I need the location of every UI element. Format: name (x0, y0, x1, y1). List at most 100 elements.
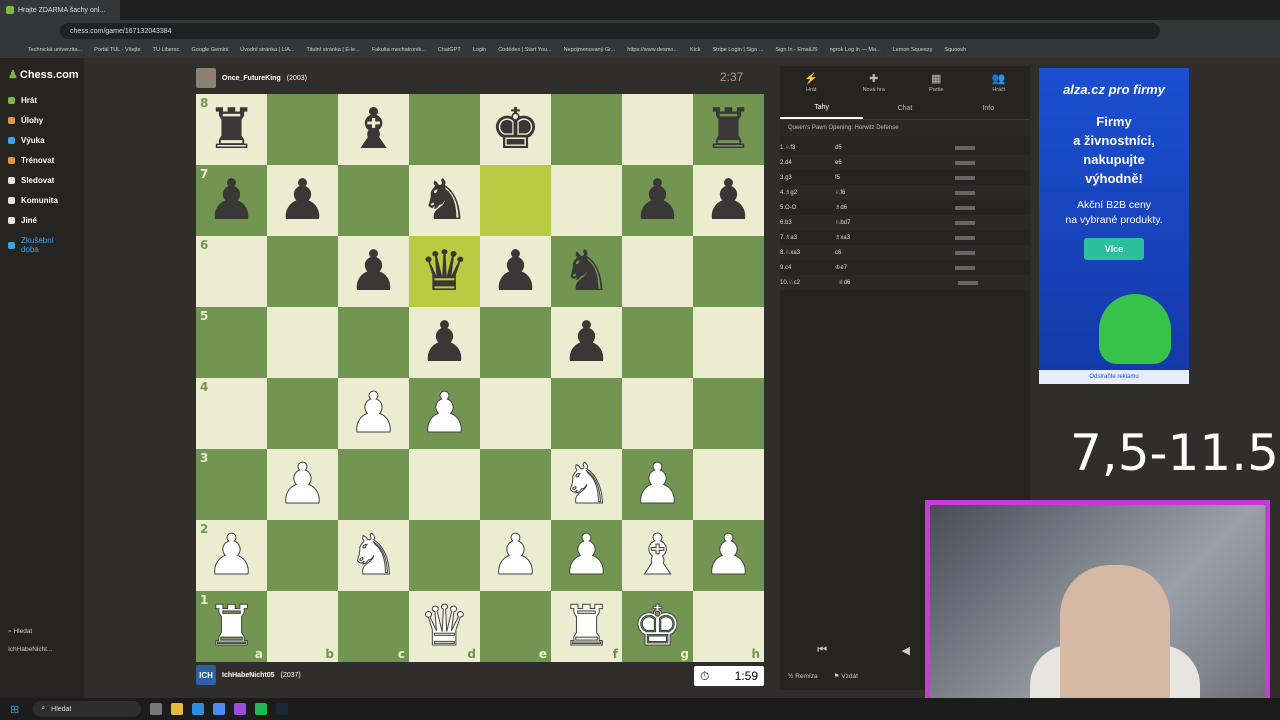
bookmark-item[interactable]: Sign In - EmailJS (775, 47, 817, 53)
bookmark-item[interactable]: ChatGPT (438, 47, 461, 53)
bookmark-item[interactable]: Login (473, 47, 486, 53)
bookmark-item[interactable]: Codédex | Start You... (498, 47, 551, 53)
taskbar-search[interactable]: ⌕ Hledat (33, 701, 142, 717)
task-view-icon[interactable] (150, 703, 163, 715)
white-pawn-icon[interactable]: ♟ (348, 385, 399, 442)
black-rook-icon[interactable]: ♜ (703, 101, 753, 158)
remove-ad-link[interactable]: Odstraňte reklamu (1039, 370, 1189, 384)
panel-nav-3[interactable]: 👥 Hráči (968, 66, 1031, 98)
panel-nav-0[interactable]: ⚡ Hrát (780, 66, 843, 98)
avatar[interactable]: ICH (196, 665, 216, 685)
black-pawn-icon[interactable]: ♟ (561, 314, 611, 371)
browser-tab[interactable]: Hrajte ZDARMA šachy onl... (0, 0, 120, 20)
bookmark-item[interactable]: https://www.desmo... (627, 47, 678, 53)
square-d1[interactable]: ♛ d (409, 591, 480, 662)
move[interactable]: ♔e7 (835, 264, 955, 271)
move[interactable]: b3 (785, 220, 835, 226)
square-a4[interactable]: 4 (196, 378, 267, 449)
white-pawn-icon[interactable]: ♟ (206, 527, 257, 584)
square-d2[interactable] (409, 520, 480, 591)
black-pawn-icon[interactable]: ♟ (490, 243, 540, 300)
sidebar-item-5[interactable]: Komunita (8, 196, 58, 205)
square-a2[interactable]: ♟ 2 (196, 520, 267, 591)
square-d4[interactable]: ♟ (409, 378, 480, 449)
bookmark-item[interactable]: Google Gemini (191, 47, 228, 53)
square-a7[interactable]: ♟ 7 (196, 165, 267, 236)
square-f5[interactable]: ♟ (551, 307, 622, 378)
white-pawn-icon[interactable]: ♟ (561, 527, 612, 584)
square-b6[interactable] (267, 236, 338, 307)
black-pawn-icon[interactable]: ♟ (632, 172, 682, 229)
square-g1[interactable]: ♚ g (622, 591, 693, 662)
square-e4[interactable] (480, 378, 551, 449)
white-pawn-icon[interactable]: ♟ (703, 527, 754, 584)
move[interactable]: g3 (785, 175, 835, 181)
black-pawn-icon[interactable]: ♟ (419, 314, 469, 371)
move[interactable]: ♘bd7 (835, 219, 955, 226)
move[interactable]: e6 (835, 160, 955, 166)
square-d8[interactable] (409, 94, 480, 165)
edge-icon[interactable] (192, 703, 205, 715)
square-c2[interactable]: ♞ (338, 520, 409, 591)
square-b4[interactable] (267, 378, 338, 449)
square-h2[interactable]: ♟ (693, 520, 764, 591)
square-c1[interactable]: c (338, 591, 409, 662)
move[interactable]: ♗xa3 (835, 234, 955, 241)
square-a5[interactable]: 5 (196, 307, 267, 378)
square-g3[interactable]: ♟ (622, 449, 693, 520)
square-h5[interactable] (693, 307, 764, 378)
square-c4[interactable]: ♟ (338, 378, 409, 449)
chrome-icon[interactable] (213, 703, 226, 715)
tab-1[interactable]: Chat (863, 98, 946, 119)
move[interactable]: ♘f6 (835, 189, 955, 196)
square-a8[interactable]: ♜ 8 (196, 94, 267, 165)
move[interactable]: f5 (835, 175, 955, 181)
black-pawn-icon[interactable]: ♟ (348, 243, 398, 300)
square-h1[interactable]: h (693, 591, 764, 662)
black-rook-icon[interactable]: ♜ (206, 101, 256, 158)
square-a1[interactable]: ♜ 1 a (196, 591, 267, 662)
square-h3[interactable] (693, 449, 764, 520)
square-d6[interactable]: ♛ (409, 236, 480, 307)
square-e1[interactable]: e (480, 591, 551, 662)
square-e6[interactable]: ♟ (480, 236, 551, 307)
move[interactable]: ♗d6 (835, 204, 955, 211)
black-queen-icon[interactable]: ♛ (419, 243, 469, 300)
tab-2[interactable]: Info (947, 98, 1030, 119)
bookmark-item[interactable]: Nepojmenovaný Gr... (564, 47, 616, 53)
square-f4[interactable] (551, 378, 622, 449)
sidebar-user[interactable]: IchHabeNicht... (8, 646, 52, 653)
square-g8[interactable] (622, 94, 693, 165)
square-e7[interactable] (480, 165, 551, 236)
square-g2[interactable]: ♝ (622, 520, 693, 591)
ad-more-button[interactable]: Více (1084, 237, 1144, 260)
avatar[interactable] (196, 68, 216, 88)
bookmark-item[interactable]: Technická univerzita... (28, 47, 82, 53)
bottom-player-name[interactable]: IchHabeNicht05 (222, 672, 275, 679)
move[interactable]: c4 (785, 265, 835, 271)
chess-board[interactable]: ♜ 8 ♝ ♚ ♜ ♟ 7 ♟ ♞ ♟ ♟ 6 ♟ ♛ ♟ ♞ 5 ♟ ♟ 4 ♟ ♟ 3 ♟ ♞ ♟ ♟ 2 ♞ ♟ ♟ ♝ ♟ ♜ 1 a b c ♛ d… (196, 94, 764, 662)
black-knight-icon[interactable]: ♞ (419, 172, 469, 229)
black-king-icon[interactable]: ♚ (490, 101, 540, 158)
bookmark-item[interactable]: Lemon Squeezy (893, 47, 933, 53)
square-f7[interactable] (551, 165, 622, 236)
white-pawn-icon[interactable]: ♟ (419, 385, 470, 442)
square-b1[interactable]: b (267, 591, 338, 662)
square-c8[interactable]: ♝ (338, 94, 409, 165)
square-f6[interactable]: ♞ (551, 236, 622, 307)
move[interactable]: d4 (785, 160, 835, 166)
square-h8[interactable]: ♜ (693, 94, 764, 165)
sidebar-item-3[interactable]: Trénovat (8, 156, 54, 165)
sidebar-item-4[interactable]: Sledovat (8, 176, 54, 185)
url-field[interactable]: chess.com/game/167132043384 (60, 23, 1160, 39)
windows-start-icon[interactable]: ⊞ (10, 703, 19, 716)
move[interactable]: d5 (835, 145, 955, 151)
square-c3[interactable] (338, 449, 409, 520)
square-b7[interactable]: ♟ (267, 165, 338, 236)
square-e8[interactable]: ♚ (480, 94, 551, 165)
sidebar-item-1[interactable]: Úlohy (8, 116, 43, 125)
square-b5[interactable] (267, 307, 338, 378)
sidebar-item-0[interactable]: Hrát (8, 96, 37, 105)
square-f3[interactable]: ♞ (551, 449, 622, 520)
square-d3[interactable] (409, 449, 480, 520)
